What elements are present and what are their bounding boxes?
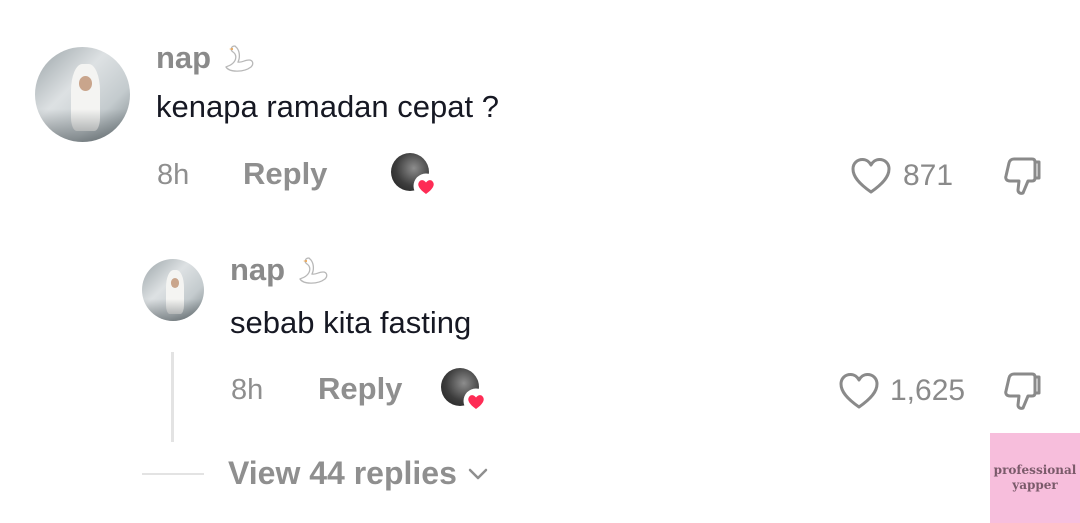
- comment-timestamp: 8h: [157, 159, 190, 191]
- comments-section: nap kenapa ramadan cepat ? 8h Reply 871 …: [0, 0, 1080, 523]
- reply-username[interactable]: nap: [230, 252, 331, 288]
- watermark-stamp: professional yapper: [990, 433, 1080, 523]
- reply-button[interactable]: Reply: [243, 156, 327, 192]
- thread-line: [171, 352, 174, 442]
- reply-avatar[interactable]: [142, 259, 204, 321]
- reply-reply-button[interactable]: Reply: [318, 371, 402, 407]
- username-text: nap: [156, 40, 212, 75]
- commenter-avatar[interactable]: [35, 47, 130, 142]
- creator-liked-badge: [441, 368, 489, 414]
- swan-icon: [225, 45, 254, 72]
- comment-username[interactable]: nap: [156, 40, 257, 76]
- dislike-icon[interactable]: [1000, 154, 1044, 198]
- watermark-line2: yapper: [1012, 478, 1058, 492]
- like-count: 871: [903, 159, 954, 192]
- replies-divider: [142, 473, 204, 475]
- dislike-icon[interactable]: [1000, 369, 1044, 413]
- view-replies-button[interactable]: View 44 replies: [228, 455, 489, 492]
- heart-icon: [413, 173, 439, 199]
- comment-text: kenapa ramadan cepat ?: [156, 89, 499, 124]
- reply-username-text: nap: [230, 252, 286, 287]
- chevron-down-icon: [468, 468, 488, 479]
- like-heart-icon[interactable]: [849, 156, 893, 196]
- view-replies-label: View 44 replies: [228, 455, 457, 491]
- reply-text: sebab kita fasting: [230, 305, 472, 340]
- heart-icon: [463, 388, 489, 414]
- like-heart-icon[interactable]: [837, 371, 881, 411]
- swan-icon: [299, 257, 328, 284]
- creator-liked-badge: [391, 153, 439, 199]
- reply-timestamp: 8h: [231, 374, 264, 406]
- watermark-line1: professional: [993, 463, 1077, 477]
- reply-like-count: 1,625: [890, 374, 966, 407]
